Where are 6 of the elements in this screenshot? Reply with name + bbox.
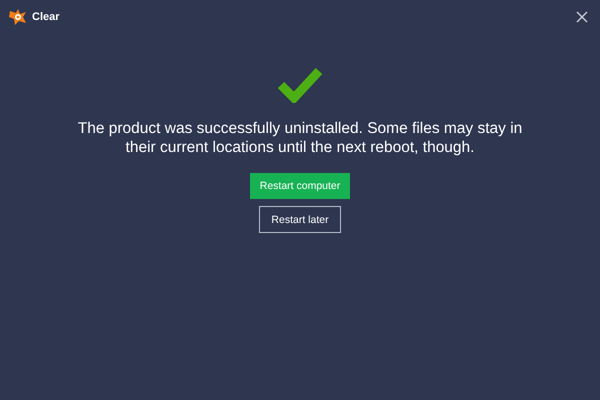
checkmark-icon xyxy=(277,65,323,103)
restart-later-button[interactable]: Restart later xyxy=(259,206,341,233)
window-title: Clear xyxy=(32,11,60,23)
logo-icon xyxy=(8,8,28,26)
close-icon[interactable] xyxy=(576,11,588,23)
status-message: The product was successfully uninstalled. Some files may stay in their current locations until the next reboot, though. xyxy=(76,119,524,157)
